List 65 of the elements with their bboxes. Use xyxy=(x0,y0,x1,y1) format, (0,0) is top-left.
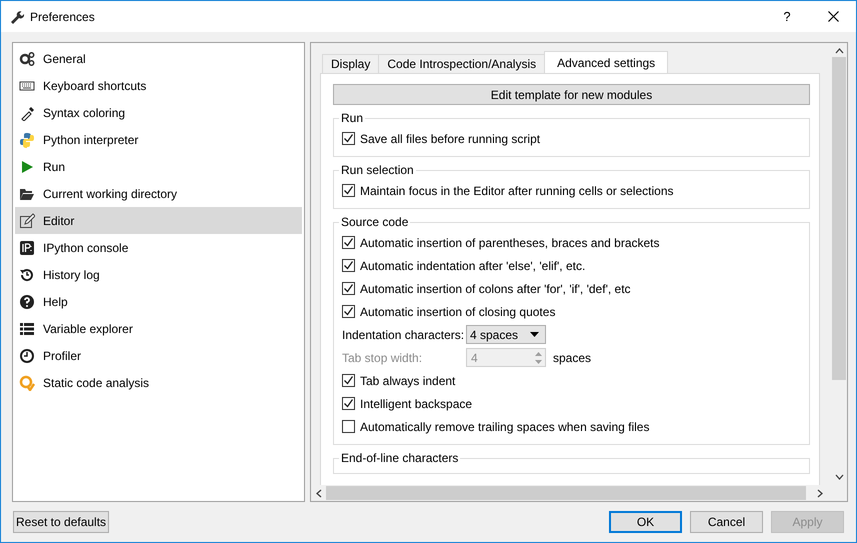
group-title: Run xyxy=(340,111,364,125)
play-icon xyxy=(19,158,35,174)
spin-arrows-icon xyxy=(534,350,543,364)
dialog-button[interactable]: OK xyxy=(609,511,682,533)
category-item[interactable]: Static code analysis xyxy=(15,369,302,396)
tab[interactable]: Display xyxy=(322,54,380,73)
checkbox[interactable] xyxy=(342,132,355,145)
category-item[interactable]: Profiler xyxy=(15,342,302,369)
close-icon xyxy=(828,11,838,22)
reset-button[interactable]: Reset to defaults xyxy=(13,511,110,533)
edit-icon xyxy=(19,212,35,228)
category-item[interactable]: Editor xyxy=(15,207,302,234)
dropdown[interactable]: 4 spaces xyxy=(466,325,546,344)
window-title: Preferences xyxy=(30,10,96,24)
wrench-icon xyxy=(10,10,24,24)
python-logo-icon xyxy=(19,132,35,148)
checkbox[interactable] xyxy=(342,259,355,272)
checkbox[interactable] xyxy=(342,420,355,433)
field-label: Indentation characters: xyxy=(342,328,466,342)
checkbox-label: Automatic insertion of parentheses, braces and brackets xyxy=(360,236,660,250)
group-title: Source code xyxy=(340,215,410,229)
group-title: End-of-line characters xyxy=(340,451,460,465)
gears-icon xyxy=(19,50,35,66)
tab[interactable]: Advanced settings xyxy=(544,51,668,73)
checkbox[interactable] xyxy=(342,184,355,197)
help-button[interactable]: ? xyxy=(764,9,810,24)
checkbox-label: Automatic insertion of colons after 'for', 'if', 'def', etc xyxy=(360,282,631,296)
console-icon xyxy=(19,240,35,256)
category-item[interactable]: General xyxy=(15,45,302,72)
magnifier-check-icon xyxy=(19,374,35,390)
checkbox-label: Save all files before running script xyxy=(360,132,540,146)
field-label: Tab stop width: xyxy=(342,350,424,364)
question-icon xyxy=(19,294,35,310)
category-item[interactable]: Run xyxy=(15,153,302,180)
group-title: Run selection xyxy=(340,163,415,177)
edit-template-button[interactable]: Edit template for new modules xyxy=(333,84,810,105)
dialog-button[interactable]: Cancel xyxy=(690,511,763,533)
list-icon xyxy=(19,320,35,336)
checkbox-label: Maintain focus in the Editor after running cells or selections xyxy=(360,184,674,198)
category-item[interactable]: Help xyxy=(15,288,302,315)
clock-icon xyxy=(19,348,35,364)
checkbox-label: Automatic indentation after 'else', 'elif', etc. xyxy=(360,258,586,272)
caret-icon xyxy=(530,332,539,337)
category-item[interactable]: Variable explorer xyxy=(15,315,302,342)
checkbox[interactable] xyxy=(342,236,355,249)
category-item[interactable]: History log xyxy=(15,261,302,288)
checkbox[interactable] xyxy=(342,397,355,410)
history-icon xyxy=(19,266,35,282)
unit-label: spaces xyxy=(553,350,592,364)
category-item[interactable]: Syntax coloring xyxy=(15,99,302,126)
tab[interactable]: Code Introspection/Analysis xyxy=(378,54,546,73)
category-item[interactable]: Keyboard shortcuts xyxy=(15,72,302,99)
scroll-thumb[interactable] xyxy=(832,57,846,380)
category-item[interactable]: Python interpreter xyxy=(15,126,302,153)
category-item[interactable]: IPython console xyxy=(15,234,302,261)
checkbox-label: Intelligent backspace xyxy=(360,396,472,410)
checkbox[interactable] xyxy=(342,305,355,318)
checkbox[interactable] xyxy=(342,282,355,295)
scroll-thumb[interactable] xyxy=(326,486,806,500)
checkbox-label: Tab always indent xyxy=(360,374,456,388)
checkbox[interactable] xyxy=(342,374,355,387)
eyedropper-icon xyxy=(19,104,35,120)
category-item[interactable]: Current working directory xyxy=(15,180,302,207)
checkbox-label: Automatically remove trailing spaces when saving files xyxy=(360,420,650,434)
checkbox-label: Automatic insertion of closing quotes xyxy=(360,304,556,318)
